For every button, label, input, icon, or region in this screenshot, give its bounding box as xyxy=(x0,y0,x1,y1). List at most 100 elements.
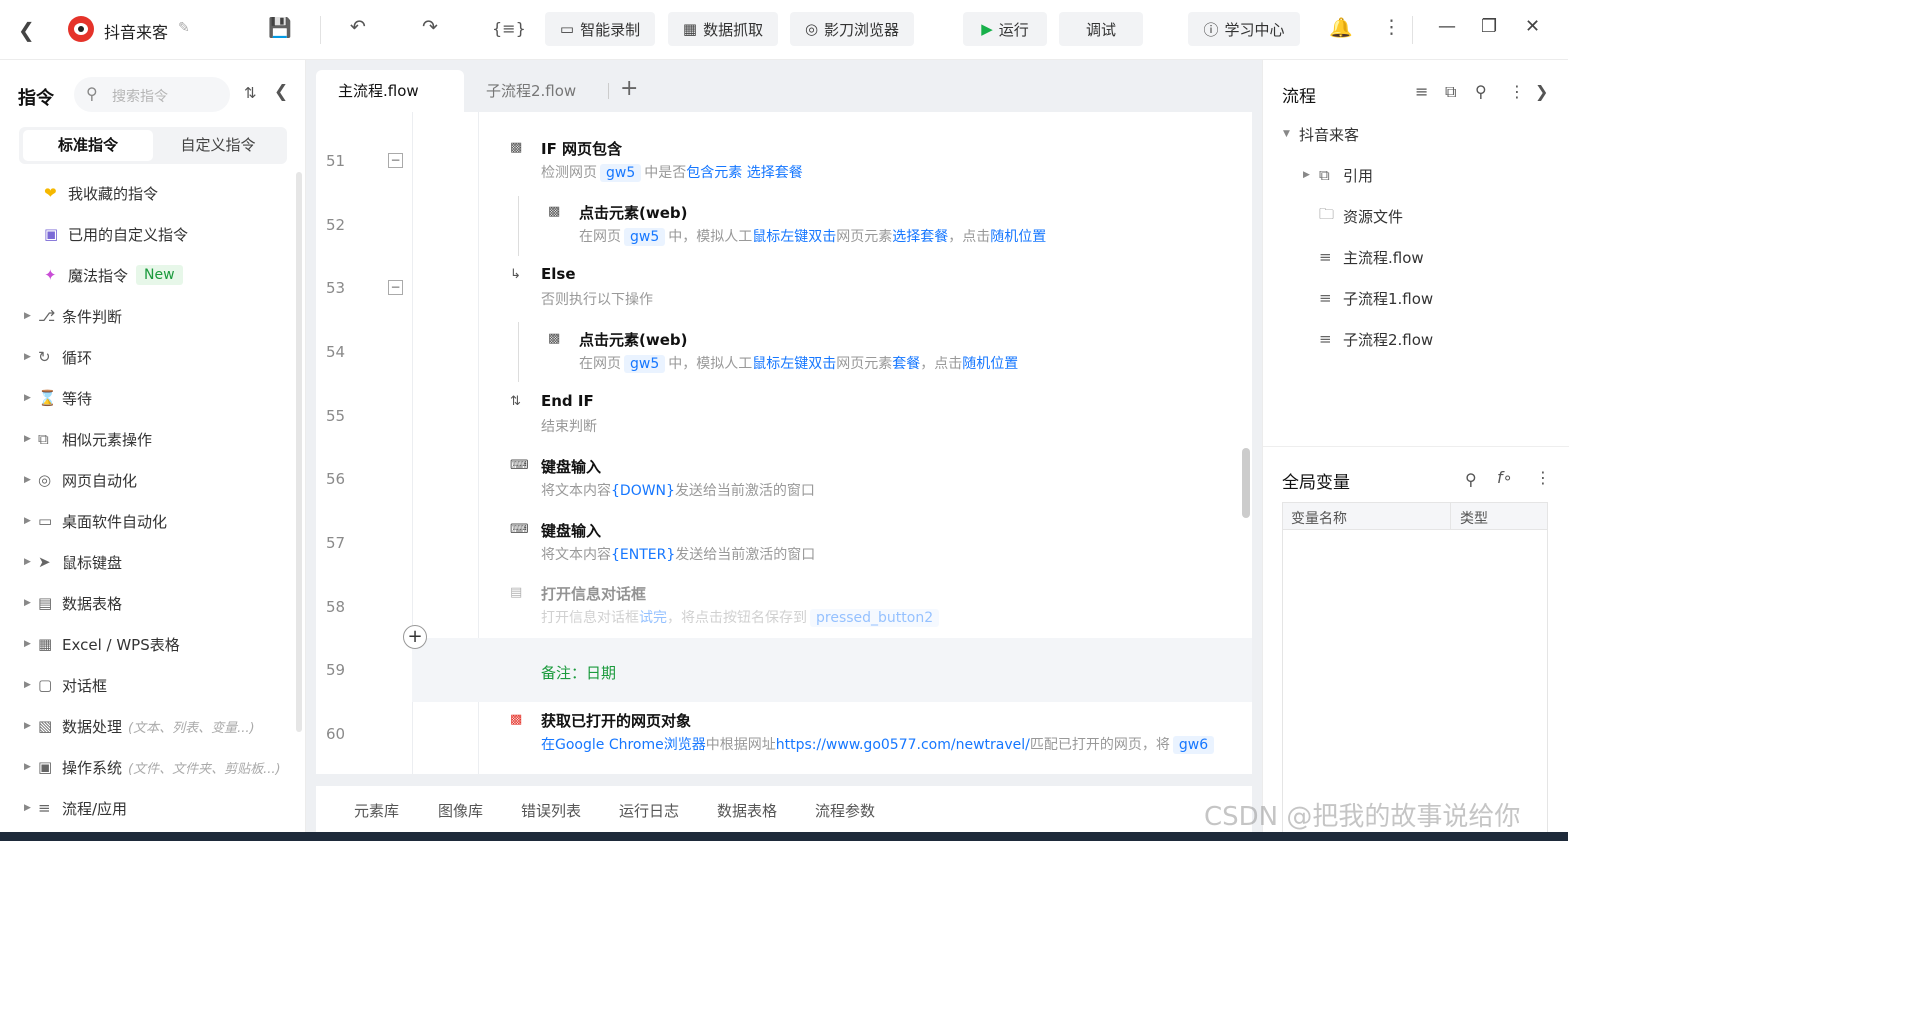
url-link[interactable]: https://www.go0577.com/newtravel/ xyxy=(776,737,1030,753)
add-flow-icon[interactable]: ≡ xyxy=(1415,82,1428,101)
search-input[interactable]: ⚲ 搜索指令 xyxy=(74,77,230,112)
sidebar-scrollbar[interactable] xyxy=(296,172,302,732)
spreadsheet-icon: ▦ xyxy=(38,635,53,653)
sidebar-item-wait[interactable]: ▶ ⌛ 等待 xyxy=(24,386,92,410)
add-module-icon[interactable]: ⧉ xyxy=(1445,82,1456,102)
browser-link[interactable]: Google Chrome浏览器 xyxy=(555,737,706,753)
element-link[interactable]: 选择套餐 xyxy=(747,165,803,181)
tab-flow-params[interactable]: 流程参数 xyxy=(815,800,875,821)
line-number: 52 xyxy=(326,216,346,234)
caret-right-icon: ▶ xyxy=(24,516,31,526)
tab-main-flow[interactable]: 主流程.flow xyxy=(316,70,464,112)
editor-scrollbar[interactable] xyxy=(1242,448,1250,518)
add-tab-icon[interactable]: + xyxy=(620,76,638,101)
variable-chip[interactable]: gw5 xyxy=(624,228,666,246)
sidebar-item-condition[interactable]: ▶ ⎇ 条件判断 xyxy=(24,304,122,328)
dialog-icon: ▢ xyxy=(38,676,53,694)
layers-icon: ≡ xyxy=(1319,248,1332,266)
variable-chip[interactable]: gw5 xyxy=(624,355,666,373)
tree-item-reference[interactable]: ▶ ⧉ 引用 xyxy=(1303,164,1373,186)
sidebar-item-web[interactable]: ▶ ◎ 网页自动化 xyxy=(24,468,137,492)
sidebar-item-excel[interactable]: ▶ ▦ Excel / WPS表格 xyxy=(24,632,180,656)
search-icon[interactable]: ⚲ xyxy=(1465,470,1477,489)
restore-icon[interactable]: ❐ xyxy=(1481,16,1497,37)
tab-run-log[interactable]: 运行日志 xyxy=(619,800,679,821)
desc-link[interactable]: 鼠标左键双击 xyxy=(752,229,836,245)
save-icon[interactable]: 💾 xyxy=(268,16,292,39)
search-icon[interactable]: ⚲ xyxy=(1475,82,1487,101)
else-branch-icon: ↳ xyxy=(510,267,521,282)
data-scrape-button[interactable]: ▦ 数据抓取 xyxy=(668,12,778,46)
desc-text: ，点击 xyxy=(920,356,963,372)
tab-standard[interactable]: 标准指令 xyxy=(23,130,153,161)
bell-icon[interactable]: 🔔 xyxy=(1329,16,1353,39)
sort-icon[interactable]: ⇅ xyxy=(244,84,257,102)
variable-chip[interactable]: pressed_button2 xyxy=(810,609,940,627)
tree-item-subflow2[interactable]: ≡ 子流程2.flow xyxy=(1319,328,1433,350)
run-button[interactable]: ▶ 运行 xyxy=(963,12,1047,46)
variable-chip[interactable]: gw5 xyxy=(600,164,642,182)
desc-text: 中是否 xyxy=(644,165,687,181)
sidebar-item-dialog[interactable]: ▶ ▢ 对话框 xyxy=(24,673,107,697)
sidebar-item-magic[interactable]: ✦ 魔法指令 New xyxy=(44,263,183,287)
tree-item-main-flow[interactable]: ≡ 主流程.flow xyxy=(1319,246,1424,268)
step-description: 结束判断 xyxy=(541,419,597,435)
new-badge: New xyxy=(136,265,183,285)
sidebar-item-data-processing[interactable]: ▶ ▧ 数据处理 (文本、列表、变量...) xyxy=(24,714,255,738)
desc-link[interactable]: 鼠标左键双击 xyxy=(752,356,836,372)
more-icon[interactable]: ⋮ xyxy=(1509,82,1525,101)
more-icon[interactable]: ⋮ xyxy=(1382,16,1401,38)
line-number: 58 xyxy=(326,598,346,616)
sidebar-item-favorites[interactable]: ❤ 我收藏的指令 xyxy=(44,181,158,205)
edit-title-icon[interactable]: ✎ xyxy=(178,20,190,36)
smart-record-button[interactable]: ▭ 智能录制 xyxy=(545,12,655,46)
element-link[interactable]: 套餐 xyxy=(892,356,920,372)
debug-button[interactable]: 调试 xyxy=(1059,12,1143,46)
undo-icon[interactable]: ↶ xyxy=(350,16,366,38)
sidebar-item-hint: (文件、文件夹、剪贴板...) xyxy=(128,761,281,777)
close-icon[interactable]: ✕ xyxy=(1525,16,1540,37)
tree-item-subflow1[interactable]: ≡ 子流程1.flow xyxy=(1319,287,1433,309)
desc-link[interactable]: 试完 xyxy=(639,610,667,626)
step-description: 在网页 gw5 中，模拟人工鼠标左键双击网页元素选择套餐，点击随机位置 xyxy=(579,226,1046,246)
sidebar-item-similar[interactable]: ▶ ⧉ 相似元素操作 xyxy=(24,427,152,451)
desc-link[interactable]: 包含元素 xyxy=(686,165,742,181)
sidebar-item-os[interactable]: ▶ ▣ 操作系统 (文件、文件夹、剪贴板...) xyxy=(24,755,281,779)
key-value[interactable]: {DOWN} xyxy=(611,483,675,499)
desc-link[interactable]: 随机位置 xyxy=(962,356,1018,372)
element-link[interactable]: 选择套餐 xyxy=(892,229,948,245)
more-icon[interactable]: ⋮ xyxy=(1535,468,1551,487)
sidebar-item-mouse-keyboard[interactable]: ▶ ➤ 鼠标键盘 xyxy=(24,550,122,574)
sidebar-item-used-custom[interactable]: ▣ 已用的自定义指令 xyxy=(44,222,188,246)
back-icon[interactable]: ❮ xyxy=(18,18,35,42)
expand-icon[interactable]: ❯ xyxy=(1535,82,1548,101)
sidebar-item-desktop[interactable]: ▶ ▭ 桌面软件自动化 xyxy=(24,509,167,533)
comment-row[interactable] xyxy=(412,638,1252,702)
tab-subflow2[interactable]: 子流程2.flow xyxy=(464,70,612,112)
tab-error-list[interactable]: 错误列表 xyxy=(521,800,581,821)
fold-toggle[interactable]: − xyxy=(388,153,403,168)
fold-toggle[interactable]: − xyxy=(388,280,403,295)
sidebar-item-flow-app[interactable]: ▶ ≡ 流程/应用 xyxy=(24,796,127,820)
tab-image-library[interactable]: 图像库 xyxy=(438,800,483,821)
tree-label: 子流程2.flow xyxy=(1343,330,1434,349)
tree-item-resources[interactable]: 🗀 资源文件 xyxy=(1319,205,1403,227)
sidebar-item-datatable[interactable]: ▶ ▤ 数据表格 xyxy=(24,591,122,615)
tab-custom[interactable]: 自定义指令 xyxy=(153,130,283,161)
desc-link[interactable]: 随机位置 xyxy=(990,229,1046,245)
browser-button[interactable]: ◎ 影刀浏览器 xyxy=(790,12,914,46)
minimize-icon[interactable]: — xyxy=(1438,16,1456,37)
collapse-icon[interactable]: ❮ xyxy=(274,82,288,102)
briefcase-icon: ▣ xyxy=(38,758,53,776)
tab-element-library[interactable]: 元素库 xyxy=(354,800,399,821)
redo-icon[interactable]: ↷ xyxy=(422,16,438,38)
key-value[interactable]: {ENTER} xyxy=(611,547,675,563)
function-icon[interactable]: f∘ xyxy=(1497,468,1513,487)
learning-center-button[interactable]: ⓘ 学习中心 xyxy=(1188,12,1300,46)
tab-data-table[interactable]: 数据表格 xyxy=(717,800,777,821)
code-view-icon[interactable]: {≡} xyxy=(492,19,526,38)
add-step-icon[interactable]: + xyxy=(403,625,427,649)
tree-root[interactable]: ▼ 抖音来客 xyxy=(1283,123,1359,145)
variable-chip[interactable]: gw6 xyxy=(1172,736,1215,754)
sidebar-item-loop[interactable]: ▶ ↻ 循环 xyxy=(24,345,92,369)
